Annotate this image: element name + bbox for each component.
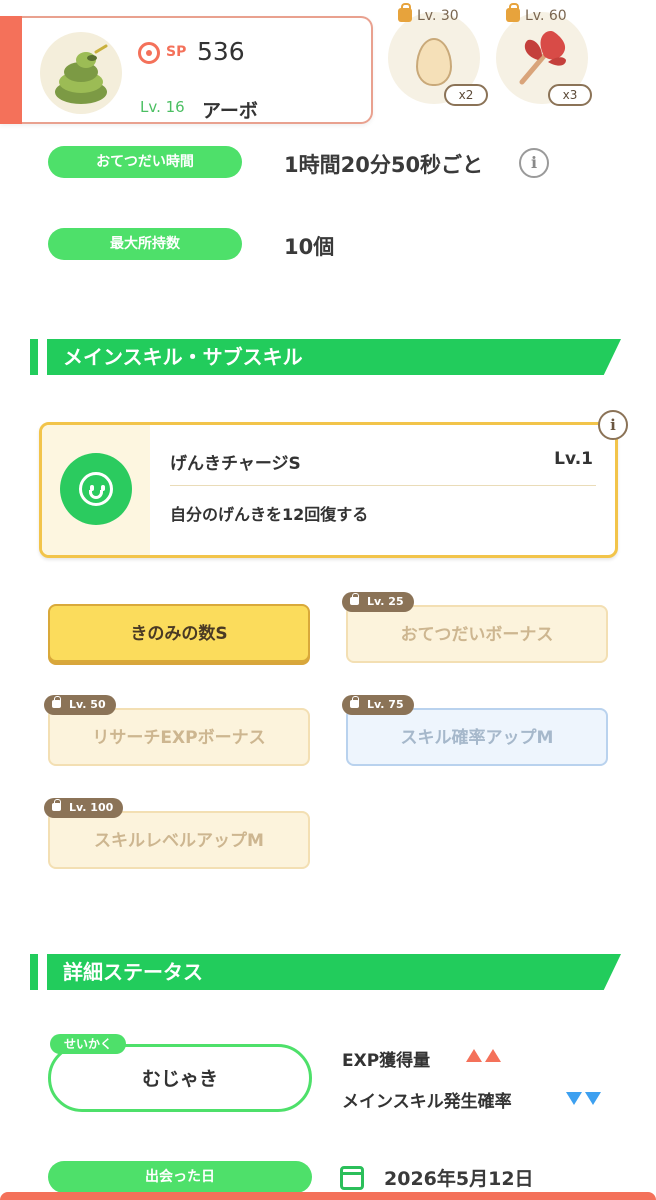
sub-skill-5[interactable]: スキルレベルアップM: [48, 811, 310, 869]
nature-tag: せいかく: [50, 1034, 127, 1054]
pokemon-card[interactable]: SP 536 Lv. 16 アーボ: [0, 16, 373, 124]
pokemon-name: アーボ: [202, 100, 258, 122]
smiley-icon: [60, 453, 132, 525]
unlock-reward-lv60[interactable]: Lv. 60 x3: [496, 0, 592, 108]
main-skill-name: げんきチャージS: [170, 454, 301, 474]
unlock-level-label: Lv. 60: [506, 3, 567, 24]
egg-icon: [416, 38, 452, 86]
pokeball-icon: [138, 42, 160, 64]
arrow-down-icon: [566, 1090, 604, 1109]
pokemon-level: Lv. 16: [140, 98, 185, 116]
reward-count-badge: x2: [444, 84, 488, 106]
sp-label: SP: [166, 44, 187, 60]
card-accent-strip: [0, 16, 22, 124]
calendar-icon: [340, 1166, 364, 1190]
unlock-reward-lv30[interactable]: Lv. 30 x2: [388, 0, 488, 108]
met-date-label: 出会った日: [48, 1161, 312, 1193]
divider: [170, 485, 596, 486]
sp-value: 536: [197, 37, 245, 66]
leaf-icon: [519, 31, 566, 85]
max-carry-value: 10個: [284, 235, 335, 259]
pokemon-avatar: [40, 32, 122, 114]
snake-icon: [55, 44, 108, 104]
main-skill-card[interactable]: げんきチャージS Lv.1 自分のげんきを12回復する: [39, 422, 618, 558]
section-marker: [30, 954, 38, 990]
lock-level-tag: Lv. 100: [44, 798, 124, 818]
help-time-label: おてつだい時間: [48, 146, 242, 178]
section-header-details: 詳細ステータス: [47, 954, 621, 990]
max-carry-label: 最大所持数: [48, 228, 242, 260]
lock-level-tag: Lv. 50: [44, 695, 116, 715]
main-skill-level: Lv.1: [554, 449, 593, 469]
lock-level-tag: Lv. 75: [342, 695, 414, 715]
unlock-level-label: Lv. 30: [398, 3, 459, 24]
lock-level-tag: Lv. 25: [342, 592, 414, 612]
section-title: メインスキル・サブスキル: [63, 345, 303, 369]
bottom-bar: [0, 1192, 656, 1200]
met-date-value: 2026年5月12日: [384, 1168, 534, 1190]
lock-icon: [52, 799, 61, 811]
nature-effect-down-label: メインスキル発生確率: [342, 1092, 512, 1112]
sub-skill-3[interactable]: リサーチEXPボーナス: [48, 708, 310, 766]
lock-icon: [350, 696, 359, 708]
lock-icon: [398, 3, 412, 22]
nature-value: むじゃき: [141, 1068, 218, 1090]
nature-effect-up-label: EXP獲得量: [342, 1051, 431, 1071]
lock-icon: [52, 696, 61, 708]
reward-count-badge: x3: [548, 84, 592, 106]
main-skill-description: 自分のげんきを12回復する: [170, 505, 369, 524]
lock-icon: [506, 3, 520, 22]
skill-icon-panel: [42, 425, 150, 555]
help-time-value: 1時間20分50秒ごと: [284, 153, 484, 177]
lock-icon: [350, 593, 359, 605]
sub-skill-4[interactable]: スキル確率アップM: [346, 708, 608, 766]
info-icon[interactable]: i: [519, 148, 549, 178]
section-header-skills: メインスキル・サブスキル: [47, 339, 621, 375]
section-title: 詳細ステータス: [63, 960, 203, 984]
info-icon[interactable]: i: [598, 410, 628, 440]
sub-skill-1[interactable]: きのみの数S: [48, 604, 310, 662]
arrow-up-icon: [466, 1047, 504, 1066]
section-marker: [30, 339, 38, 375]
sub-skill-2[interactable]: おてつだいボーナス: [346, 605, 608, 663]
